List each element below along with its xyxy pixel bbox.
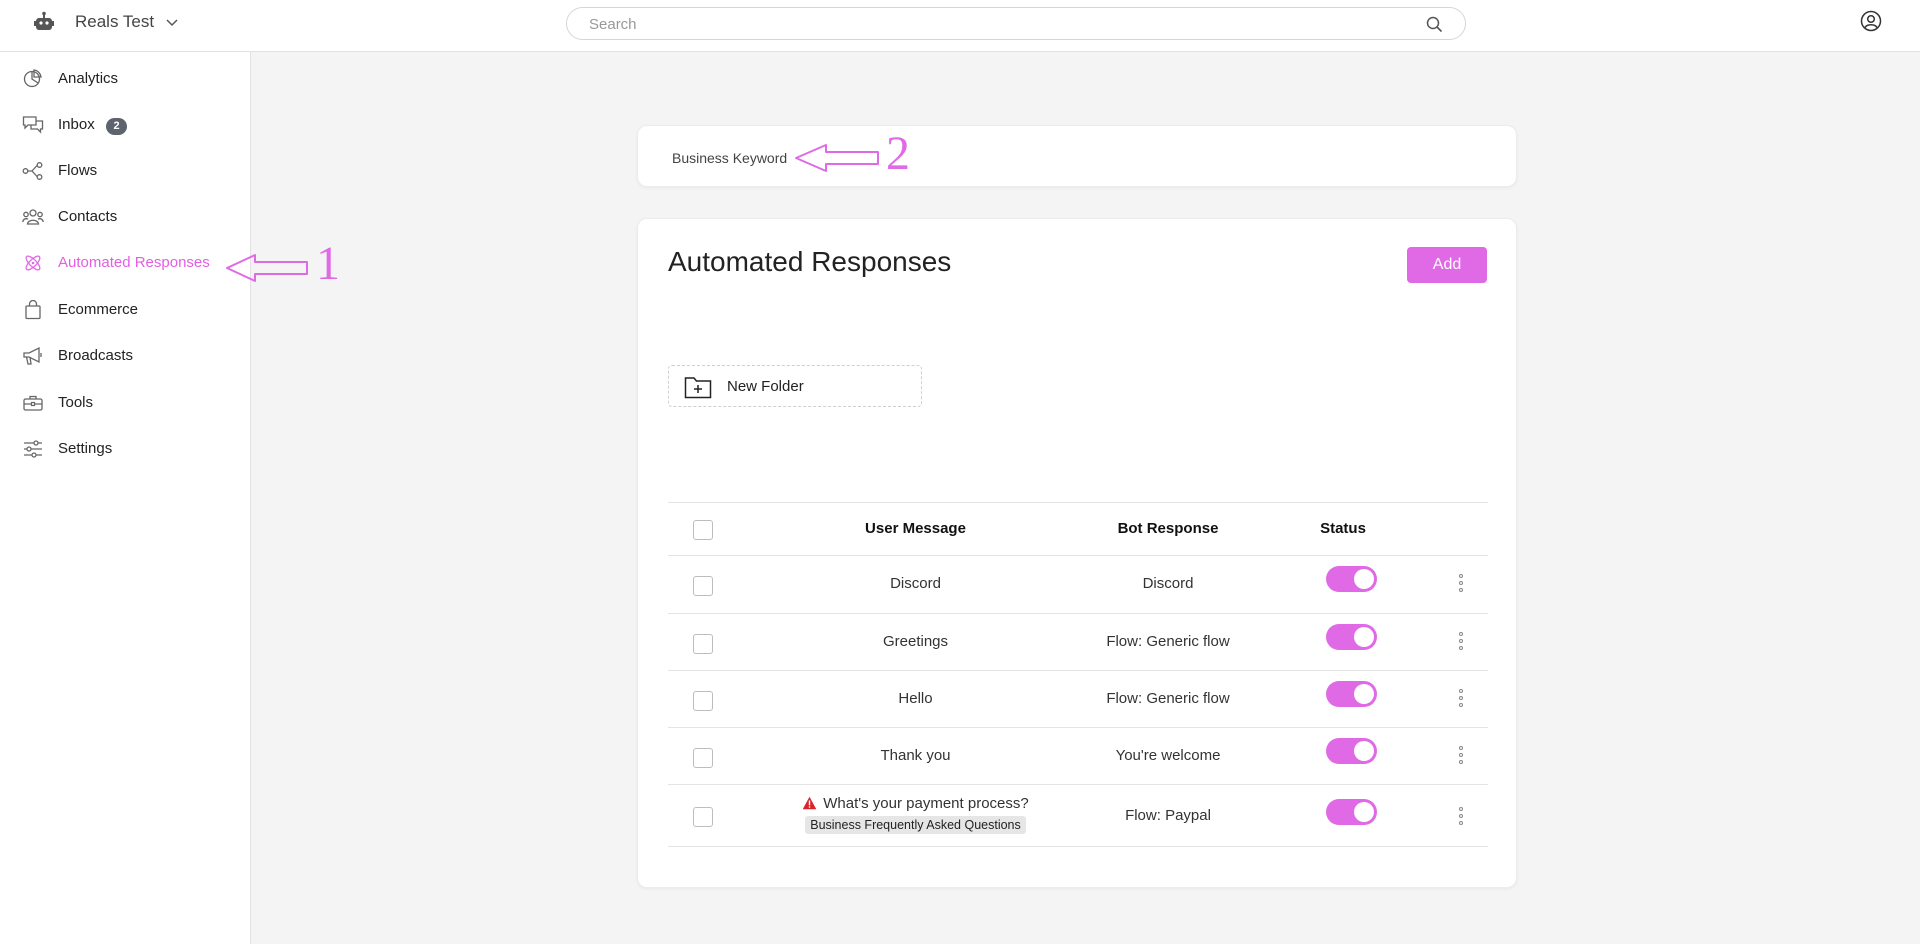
responses-table: User Message Bot Response Status Discord… — [668, 502, 1488, 847]
sidebar-item-analytics[interactable]: Analytics — [0, 59, 250, 99]
sidebar-item-label: Ecommerce — [58, 301, 139, 318]
row-menu-icon[interactable] — [1455, 630, 1467, 652]
shopping-bag-icon — [25, 300, 41, 320]
atom-icon — [25, 255, 41, 271]
warning-icon — [802, 796, 817, 810]
status-toggle[interactable] — [1326, 624, 1377, 650]
flow-nodes-icon — [22, 162, 43, 180]
search-icon[interactable] — [1426, 16, 1443, 33]
status-toggle[interactable] — [1326, 738, 1377, 764]
page-title: Automated Responses — [668, 246, 952, 277]
business-keyword-card[interactable]: Business Keyword — [637, 125, 1517, 187]
sidebar-item-label: Flows — [58, 162, 98, 179]
sidebar-item-label: Automated Responses — [58, 254, 210, 271]
annotation-arrow-2 — [795, 144, 879, 172]
row-menu-icon[interactable] — [1455, 744, 1467, 766]
automated-responses-card: Automated Responses Add New Folder User … — [637, 218, 1517, 888]
row-checkbox[interactable] — [693, 634, 713, 654]
user-message-cell: Discord — [890, 575, 941, 592]
sidebar-item-contacts[interactable]: Contacts — [0, 197, 250, 237]
new-folder-button[interactable]: New Folder — [668, 365, 922, 407]
table-row[interactable]: Thank you You're welcome — [668, 728, 1488, 785]
sidebar-item-settings[interactable]: Settings — [0, 429, 250, 469]
sidebar-item-ecommerce[interactable]: Ecommerce — [0, 290, 250, 330]
row-menu-icon[interactable] — [1455, 687, 1467, 709]
row-checkbox[interactable] — [693, 748, 713, 768]
user-message-cell: Hello — [898, 690, 933, 707]
sidebar-item-tools[interactable]: Tools — [0, 383, 250, 423]
new-folder-label: New Folder — [727, 378, 804, 395]
bot-response-cell: Flow: Generic flow — [1106, 633, 1230, 650]
folder-plus-icon — [684, 377, 712, 399]
column-header-status: Status — [1320, 520, 1366, 537]
table-row[interactable]: What's your payment process? Business Fr… — [668, 785, 1488, 847]
robot-icon — [34, 11, 54, 30]
pie-chart-icon — [23, 69, 42, 88]
annotation-arrow-1 — [226, 254, 308, 282]
sidebar-item-label: Tools — [58, 394, 94, 411]
top-bar: Reals Test — [0, 0, 1920, 52]
megaphone-icon — [23, 346, 42, 365]
search-bar — [566, 7, 1466, 40]
table-row[interactable]: Greetings Flow: Generic flow — [668, 614, 1488, 671]
bot-response-cell: Discord — [1142, 575, 1194, 592]
sidebar-item-broadcasts[interactable]: Broadcasts — [0, 336, 250, 376]
status-toggle[interactable] — [1326, 681, 1377, 707]
column-header-bot-response: Bot Response — [1117, 520, 1219, 537]
bot-response-cell: Flow: Paypal — [1125, 807, 1211, 824]
faq-category-tag: Business Frequently Asked Questions — [805, 816, 1026, 834]
row-checkbox[interactable] — [693, 576, 713, 596]
status-toggle[interactable] — [1326, 566, 1377, 592]
search-input[interactable] — [589, 16, 1409, 33]
sliders-icon — [24, 440, 42, 458]
bot-response-cell: You're welcome — [1115, 747, 1221, 764]
sidebar: Analytics Inbox 2 Flows Contacts Automat… — [0, 52, 251, 944]
add-button[interactable]: Add — [1407, 247, 1487, 283]
sidebar-item-inbox[interactable]: Inbox 2 — [0, 105, 250, 145]
sidebar-item-flows[interactable]: Flows — [0, 151, 250, 191]
sidebar-item-label: Settings — [58, 440, 113, 457]
status-toggle[interactable] — [1326, 799, 1377, 825]
bot-response-cell: Flow: Generic flow — [1106, 690, 1230, 707]
user-message-cell: Thank you — [880, 747, 951, 764]
toolbox-icon — [23, 395, 43, 411]
user-message-cell: Greetings — [882, 633, 949, 650]
workspace-switcher[interactable]: Reals Test — [33, 11, 178, 33]
sidebar-item-label: Analytics — [58, 70, 119, 87]
table-row[interactable]: Hello Flow: Generic flow — [668, 671, 1488, 728]
row-checkbox[interactable] — [693, 807, 713, 827]
sidebar-item-label: Broadcasts — [58, 347, 134, 364]
row-menu-icon[interactable] — [1455, 572, 1467, 594]
workspace-name: Reals Test — [75, 12, 155, 31]
table-header-row: User Message Bot Response Status — [668, 502, 1488, 556]
sidebar-item-automated-responses[interactable]: Automated Responses — [0, 243, 250, 283]
select-all-checkbox[interactable] — [693, 520, 713, 540]
unread-badge: 2 — [106, 118, 127, 135]
user-message-cell: What's your payment process? Business Fr… — [778, 795, 1053, 834]
people-icon — [22, 209, 44, 225]
row-menu-icon[interactable] — [1455, 805, 1467, 827]
sidebar-item-label: Contacts — [58, 208, 118, 225]
column-header-user-message: User Message — [865, 520, 966, 537]
user-profile-icon[interactable] — [1860, 10, 1882, 32]
annotation-number-2: 2 — [886, 127, 910, 180]
business-keyword-label: Business Keyword — [672, 150, 788, 166]
sidebar-item-label: Inbox — [58, 116, 95, 133]
chat-bubbles-icon — [22, 116, 44, 134]
annotation-number-1: 1 — [316, 237, 340, 290]
row-checkbox[interactable] — [693, 691, 713, 711]
chevron-down-icon — [166, 19, 178, 27]
user-message-text: What's your payment process? — [823, 795, 1029, 812]
table-row[interactable]: Discord Discord — [668, 556, 1488, 614]
